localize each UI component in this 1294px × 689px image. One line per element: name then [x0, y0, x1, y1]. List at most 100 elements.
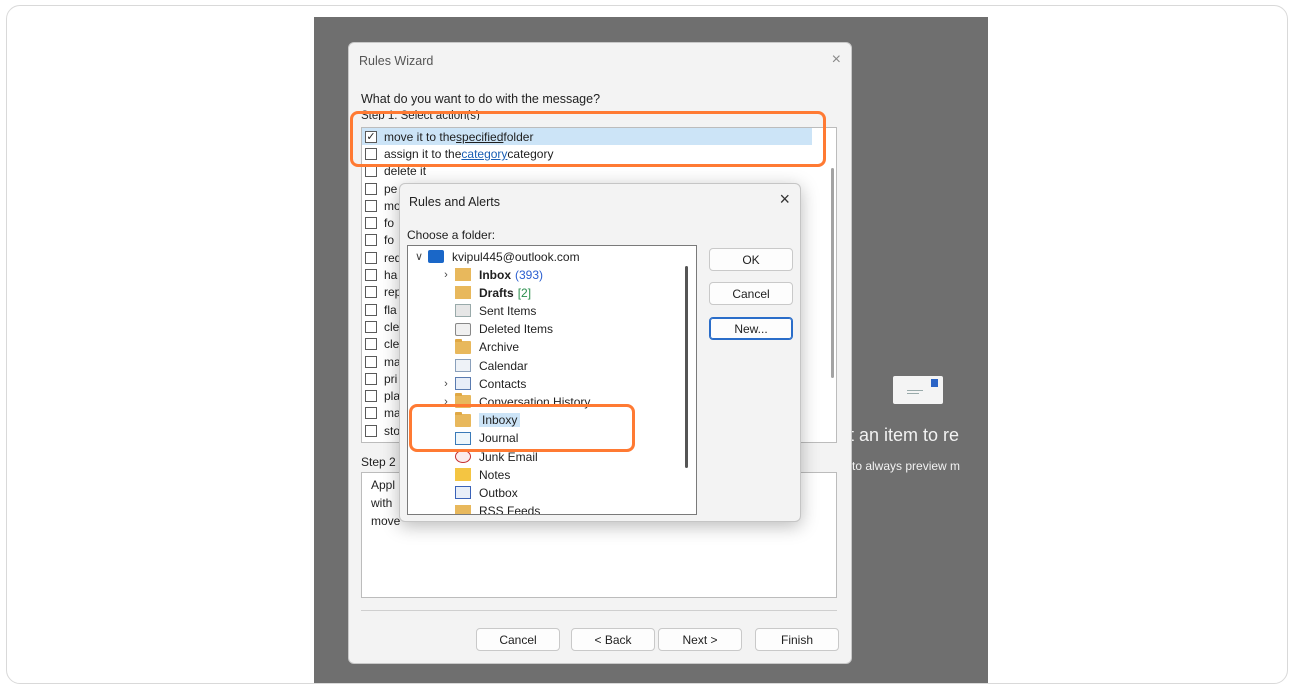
folder-node[interactable]: RSS Feeds	[440, 503, 541, 515]
action-checkbox[interactable]	[365, 390, 377, 403]
action-label: fo	[384, 233, 395, 248]
action-checkbox[interactable]	[365, 407, 377, 420]
unread-count-badge: (393)	[515, 267, 544, 282]
folder-node[interactable]: Drafts [2]	[440, 284, 531, 301]
close-icon[interactable]: ×	[779, 189, 790, 210]
list-scrollbar[interactable]	[831, 168, 834, 378]
drafts-icon	[455, 286, 471, 300]
folder-name: Inbox	[479, 267, 511, 282]
folder-node[interactable]: › Inbox (393)	[440, 266, 543, 283]
action-label: pri	[384, 371, 398, 386]
inbox-icon	[455, 268, 471, 281]
rss-icon	[455, 504, 471, 514]
action-row[interactable]: assign it to the category category	[362, 145, 836, 162]
folder-name: Journal	[479, 431, 519, 446]
action-checkbox[interactable]	[365, 269, 377, 282]
step1-label: Step 1: Select action(s)	[361, 110, 480, 120]
cancel-button[interactable]: Cancel	[476, 628, 560, 651]
action-checkbox[interactable]	[365, 286, 377, 299]
action-label-suffix: category	[507, 146, 554, 161]
folder-icon	[455, 338, 471, 354]
folder-name: Drafts	[479, 285, 514, 300]
action-checkbox[interactable]	[365, 372, 377, 385]
new-folder-button[interactable]: New...	[709, 317, 793, 340]
action-checkbox[interactable]	[365, 320, 377, 333]
action-label: pla	[384, 389, 401, 404]
action-checkbox[interactable]	[365, 165, 377, 178]
folder-node[interactable]: Junk Email	[440, 448, 538, 465]
action-label: fla	[384, 302, 397, 317]
action-checkbox[interactable]	[365, 251, 377, 264]
folder-node[interactable]: Calendar	[440, 357, 528, 374]
folder-name: Notes	[479, 467, 511, 482]
outlook-account-icon	[428, 250, 444, 263]
reading-pane-subtitle[interactable]: re to always preview m	[838, 459, 988, 473]
unread-count-badge: [2]	[517, 285, 532, 300]
folder-node[interactable]: Notes	[440, 466, 510, 483]
action-label: pe	[384, 181, 398, 196]
action-checkbox[interactable]	[365, 234, 377, 247]
action-checkbox[interactable]	[365, 182, 377, 195]
action-label: move it to the	[384, 129, 457, 144]
folder-name: Junk Email	[479, 449, 538, 464]
action-checkbox[interactable]	[365, 424, 377, 437]
next-button[interactable]: Next >	[658, 628, 742, 651]
sent-items-icon	[455, 304, 471, 318]
folder-name: RSS Feeds	[479, 504, 541, 515]
folder-node[interactable]: › Conversation History	[440, 393, 590, 410]
action-label: assign it to the	[384, 146, 462, 161]
folder-icon	[455, 393, 471, 409]
divider	[361, 610, 837, 611]
action-checkbox[interactable]	[365, 199, 377, 212]
action-link[interactable]: category	[461, 147, 507, 161]
folder-name: Conversation History	[479, 394, 591, 409]
folder-tree[interactable]: ∨ kvipul445@outlook.com › Inbox (393) Draft…	[407, 245, 697, 515]
action-checkbox[interactable]	[365, 147, 377, 160]
folder-node[interactable]: Deleted Items	[440, 321, 553, 338]
folder-name: Archive	[479, 340, 520, 355]
contacts-icon	[455, 377, 471, 391]
tree-scrollbar[interactable]	[685, 266, 688, 468]
dialog-title: Rules and Alerts	[409, 195, 501, 209]
folder-node[interactable]: Outbox	[440, 484, 518, 501]
folder-icon	[455, 411, 471, 427]
chevron-right-icon[interactable]: ›	[440, 396, 452, 408]
action-label: cle	[384, 319, 400, 334]
action-checkbox[interactable]	[365, 303, 377, 316]
reading-pane-title: ect an item to re	[830, 425, 960, 445]
folder-node[interactable]: Archive	[440, 338, 520, 356]
rules-and-alerts-dialog: Rules and Alerts × Choose a folder: ∨ kv…	[399, 183, 801, 522]
chevron-down-icon[interactable]: ∨	[413, 250, 425, 263]
journal-icon	[455, 431, 471, 445]
folder-node[interactable]: Inboxy	[440, 411, 521, 429]
back-button[interactable]: < Back	[571, 628, 655, 651]
close-icon[interactable]: ×	[832, 51, 841, 69]
action-checkbox[interactable]	[365, 338, 377, 351]
folder-name: Deleted Items	[479, 322, 554, 337]
outbox-icon	[455, 486, 471, 500]
action-link[interactable]: specified	[456, 130, 503, 144]
action-checkbox[interactable]	[365, 217, 377, 230]
action-row[interactable]: delete it	[362, 163, 836, 180]
folder-name: Inboxy	[479, 413, 521, 428]
folder-name: Outbox	[479, 485, 518, 500]
folder-node[interactable]: Sent Items	[440, 302, 536, 319]
action-row[interactable]: ✓ move it to the specified folder	[362, 128, 812, 146]
action-checkbox[interactable]	[365, 355, 377, 368]
action-label: ha	[384, 268, 398, 283]
ok-button[interactable]: OK	[709, 248, 793, 271]
finish-button[interactable]: Finish	[755, 628, 839, 651]
action-label: sto	[384, 423, 401, 438]
folder-node[interactable]: Journal	[440, 430, 518, 447]
step2-label: Step 2	[361, 455, 396, 469]
action-checkbox[interactable]: ✓	[365, 130, 377, 143]
junk-icon	[455, 450, 471, 463]
action-label: delete it	[384, 164, 427, 179]
dialog-title: Rules Wizard	[359, 54, 434, 68]
cancel-button[interactable]: Cancel	[709, 282, 793, 305]
account-node[interactable]: ∨ kvipul445@outlook.com	[413, 248, 580, 265]
chevron-right-icon[interactable]: ›	[440, 269, 452, 281]
chevron-right-icon[interactable]: ›	[440, 378, 452, 390]
choose-folder-label: Choose a folder:	[407, 228, 496, 242]
folder-node[interactable]: › Contacts	[440, 375, 526, 392]
